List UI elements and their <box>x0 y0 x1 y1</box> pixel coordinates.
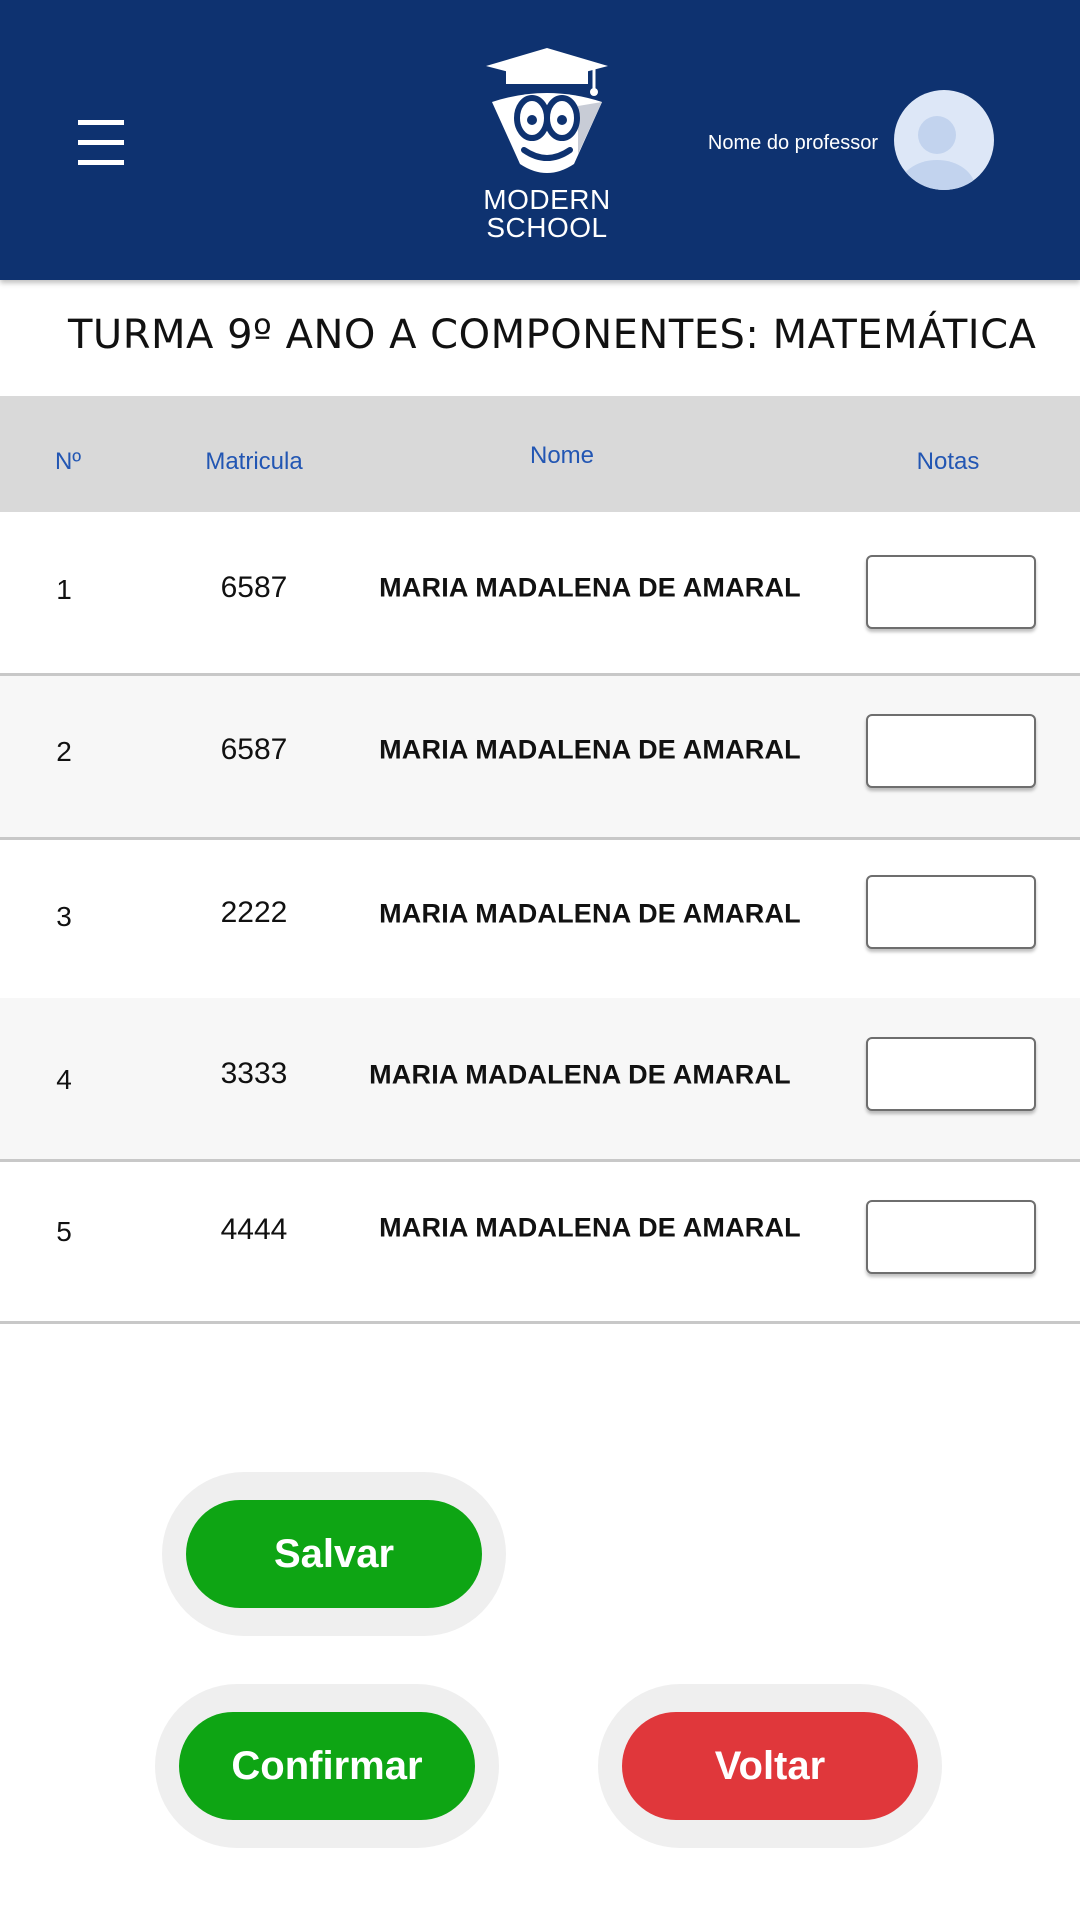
row-student-name: MARIA MADALENA DE AMARAL <box>379 898 801 929</box>
table-row: 1 6587 MARIA MADALENA DE AMARAL <box>0 512 1080 676</box>
row-student-name: MARIA MADALENA DE AMARAL <box>379 734 801 765</box>
professor-name: Nome do professor <box>707 132 878 154</box>
row-number: 3 <box>56 901 72 932</box>
school-logo: MODERN SCHOOL <box>482 46 612 246</box>
row-number: 2 <box>56 736 72 767</box>
column-header-notas: Notas <box>916 448 980 475</box>
app-header: MODERN SCHOOL Nome do professor <box>0 0 1080 280</box>
back-button-container: Voltar <box>598 1684 942 1848</box>
row-student-name: MARIA MADALENA DE AMARAL <box>369 1059 791 1090</box>
column-header-nome: Nome <box>529 442 595 469</box>
owl-graduation-cap-icon <box>486 48 608 173</box>
column-header-matricula: Matricula <box>205 448 303 475</box>
grade-input[interactable] <box>866 875 1036 949</box>
row-number: 4 <box>56 1064 72 1095</box>
grade-input[interactable] <box>866 1200 1036 1274</box>
user-avatar-icon[interactable] <box>894 90 994 190</box>
row-matricula: 2222 <box>220 896 288 929</box>
row-number: 5 <box>56 1216 72 1247</box>
table-row: 3 2222 MARIA MADALENA DE AMARAL <box>0 837 1080 1001</box>
confirm-button[interactable]: Confirmar <box>179 1712 475 1820</box>
row-number: 1 <box>56 574 72 605</box>
confirm-button-container: Confirmar <box>155 1684 499 1848</box>
row-student-name: MARIA MADALENA DE AMARAL <box>379 1212 801 1243</box>
column-header-number: Nº <box>54 448 82 475</box>
table-row: 4 3333 MARIA MADALENA DE AMARAL <box>0 998 1080 1162</box>
page-title: TURMA 9º ANO A COMPONENTES: MATEMÁTICA <box>68 312 1037 358</box>
back-button[interactable]: Voltar <box>622 1712 918 1820</box>
table-header: Nº Matricula Nome Notas <box>0 396 1080 512</box>
grade-input[interactable] <box>866 1037 1036 1111</box>
row-student-name: MARIA MADALENA DE AMARAL <box>379 572 801 603</box>
grade-input[interactable] <box>866 714 1036 788</box>
logo-text-school: SCHOOL <box>486 212 608 243</box>
save-button[interactable]: Salvar <box>186 1500 482 1608</box>
logo-text-modern: MODERN <box>483 184 611 215</box>
table-row: 5 4444 MARIA MADALENA DE AMARAL <box>0 1160 1080 1324</box>
row-matricula: 6587 <box>220 571 288 604</box>
row-matricula: 4444 <box>220 1213 288 1246</box>
hamburger-menu-icon[interactable] <box>72 116 128 172</box>
row-matricula: 6587 <box>220 733 288 766</box>
save-button-container: Salvar <box>162 1472 506 1636</box>
table-row: 2 6587 MARIA MADALENA DE AMARAL <box>0 676 1080 840</box>
grade-input[interactable] <box>866 555 1036 629</box>
row-matricula: 3333 <box>220 1057 288 1090</box>
